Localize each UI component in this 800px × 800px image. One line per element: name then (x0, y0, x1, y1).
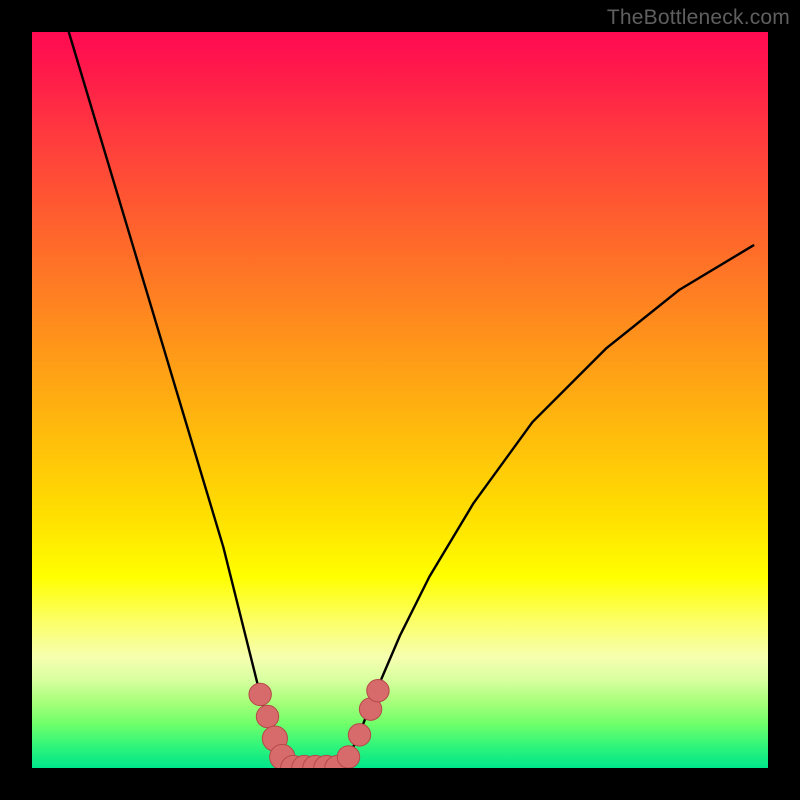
data-marker (348, 724, 370, 746)
series-right-curve (341, 245, 753, 768)
plot-area (32, 32, 768, 768)
data-marker (249, 683, 271, 705)
data-marker (367, 680, 389, 702)
chart-frame: TheBottleneck.com (0, 0, 800, 800)
series-left-curve (69, 32, 290, 768)
curve-layer (32, 32, 768, 768)
watermark-text: TheBottleneck.com (607, 6, 790, 30)
data-marker (256, 705, 278, 727)
data-marker (337, 746, 359, 768)
